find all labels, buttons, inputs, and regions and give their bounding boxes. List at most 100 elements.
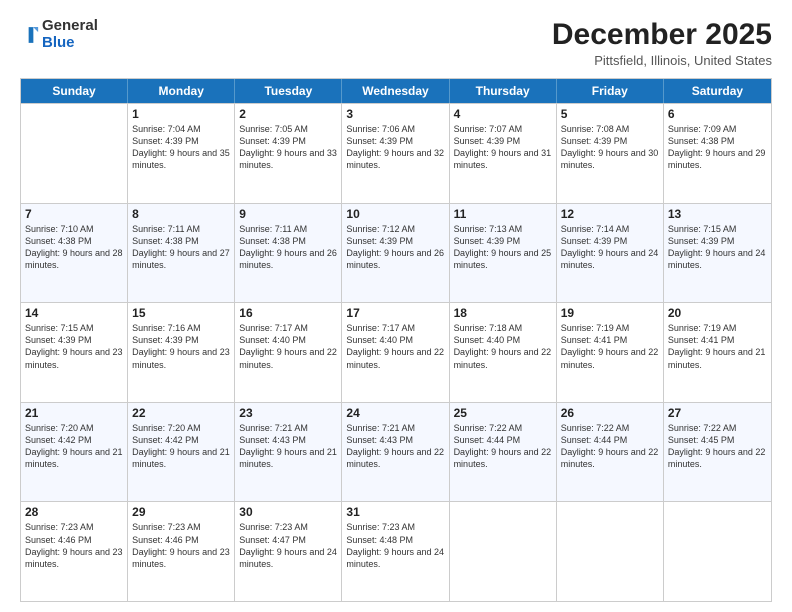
cell-daylight: Daylight: 9 hours and 32 minutes.	[346, 148, 444, 170]
cell-info: Sunrise: 7:22 AMSunset: 4:44 PMDaylight:…	[454, 422, 552, 471]
cell-sunrise: Sunrise: 7:06 AM	[346, 124, 415, 134]
calendar-cell: 17 Sunrise: 7:17 AMSunset: 4:40 PMDayligh…	[342, 303, 449, 402]
calendar-cell: 18Sunrise: 7:18 AMSunset: 4:40 PMDayligh…	[450, 303, 557, 402]
header-day-thursday: Thursday	[450, 79, 557, 103]
cell-daylight: Daylight: 9 hours and 22 minutes.	[346, 347, 444, 369]
cell-sunset: Sunset: 4:41 PM	[561, 335, 628, 345]
calendar-row-4: 28Sunrise: 7:23 AMSunset: 4:46 PMDayligh…	[21, 501, 771, 601]
cell-daylight: Daylight: 9 hours and 23 minutes.	[132, 547, 230, 569]
calendar-cell: 29Sunrise: 7:23 AMSunset: 4:46 PMDayligh…	[128, 502, 235, 601]
cell-sunset: Sunset: 4:40 PM	[454, 335, 521, 345]
cell-date-number: 6	[668, 107, 767, 121]
calendar-cell: 9Sunrise: 7:11 AMSunset: 4:38 PMDaylight…	[235, 204, 342, 303]
cell-sunset: Sunset: 4:48 PM	[346, 535, 413, 545]
cell-daylight: Daylight: 9 hours and 23 minutes.	[25, 547, 123, 569]
header: General Blue December 2025 Pittsfield, I…	[20, 18, 772, 68]
logo-general: General	[42, 18, 98, 35]
calendar-cell: 26Sunrise: 7:22 AMSunset: 4:44 PMDayligh…	[557, 403, 664, 502]
cell-daylight: Daylight: 9 hours and 22 minutes.	[561, 347, 659, 369]
calendar-cell	[664, 502, 771, 601]
cell-info: Sunrise: 7:20 AMSunset: 4:42 PMDaylight:…	[25, 422, 123, 471]
cell-date-number: 10	[346, 207, 444, 221]
cell-info: Sunrise: 7:13 AMSunset: 4:39 PMDaylight:…	[454, 223, 552, 272]
calendar-row-0: 1Sunrise: 7:04 AMSunset: 4:39 PMDaylight…	[21, 103, 771, 203]
cell-info: Sunrise: 7:18 AMSunset: 4:40 PMDaylight:…	[454, 322, 552, 371]
cell-info: Sunrise: 7:23 AMSunset: 4:46 PMDaylight:…	[132, 521, 230, 570]
cell-sunrise: Sunrise: 7:11 AM	[132, 224, 200, 234]
cell-date-number: 30	[239, 505, 337, 519]
cell-sunset: Sunset: 4:39 PM	[561, 136, 628, 146]
cell-daylight: Daylight: 9 hours and 25 minutes.	[454, 248, 552, 270]
calendar-cell: 30Sunrise: 7:23 AMSunset: 4:47 PMDayligh…	[235, 502, 342, 601]
cell-info: Sunrise: 7:12 AMSunset: 4:39 PMDaylight:…	[346, 223, 444, 272]
cell-daylight: Daylight: 9 hours and 35 minutes.	[132, 148, 230, 170]
cell-date-number: 17	[346, 306, 444, 320]
cell-sunset: Sunset: 4:38 PM	[239, 236, 306, 246]
cell-info: Sunrise: 7:04 AM Sunset: 4:39 PM Daylight:…	[132, 123, 230, 172]
cell-info: Sunrise: 7:10 AMSunset: 4:38 PMDaylight:…	[25, 223, 123, 272]
cell-date-number: 22	[132, 406, 230, 420]
cell-sunrise: Sunrise: 7:11 AM	[239, 224, 307, 234]
cell-date-number: 23	[239, 406, 337, 420]
calendar-cell: 1Sunrise: 7:04 AMSunset: 4:39 PMDaylight…	[128, 104, 235, 203]
cell-sunset: Sunset: 4:44 PM	[561, 435, 628, 445]
cell-daylight: Daylight: 9 hours and 23 minutes.	[132, 347, 230, 369]
cell-sunset: Sunset: 4:46 PM	[132, 535, 199, 545]
header-day-monday: Monday	[128, 79, 235, 103]
cell-daylight: Daylight: 9 hours and 26 minutes.	[239, 248, 337, 270]
cell-sunrise: Sunrise: 7:05 AM	[239, 124, 308, 134]
cell-sunrise: Sunrise: 7:14 AM	[561, 224, 630, 234]
cell-date-number: 18	[454, 306, 552, 320]
cell-sunrise: Sunrise: 7:19 AM	[561, 323, 630, 333]
calendar-cell: 20Sunrise: 7:19 AMSunset: 4:41 PMDayligh…	[664, 303, 771, 402]
calendar-cell: 8Sunrise: 7:11 AMSunset: 4:38 PMDaylight…	[128, 204, 235, 303]
cell-daylight: Daylight: 9 hours and 24 minutes.	[668, 248, 766, 270]
cell-daylight: Daylight: 9 hours and 28 minutes.	[25, 248, 123, 270]
cell-sunrise: Sunrise: 7:22 AM	[561, 423, 630, 433]
cell-sunrise: Sunrise: 7:21 AM	[239, 423, 308, 433]
header-day-tuesday: Tuesday	[235, 79, 342, 103]
calendar-cell: 3Sunrise: 7:06 AMSunset: 4:39 PMDaylight…	[342, 104, 449, 203]
cell-sunset: Sunset: 4:39 PM	[132, 335, 199, 345]
cell-date-number: 11	[454, 207, 552, 221]
cell-info: Sunrise: 7:15 AMSunset: 4:39 PMDaylight:…	[25, 322, 123, 371]
calendar-cell: 28Sunrise: 7:23 AMSunset: 4:46 PMDayligh…	[21, 502, 128, 601]
calendar-cell: 15Sunrise: 7:16 AMSunset: 4:39 PMDayligh…	[128, 303, 235, 402]
cell-sunrise: Sunrise: 7:23 AM	[25, 522, 94, 532]
cell-date-number: 21	[25, 406, 123, 420]
cell-sunrise: Sunrise: 7:15 AM	[668, 224, 737, 234]
cell-sunset: Sunset: 4:40 PM	[239, 335, 306, 345]
logo-text: General Blue	[42, 18, 98, 51]
cell-daylight: Daylight: 9 hours and 27 minutes.	[132, 248, 230, 270]
calendar-cell: 21 Sunrise: 7:20 AMSunset: 4:42 PMDayligh…	[21, 403, 128, 502]
cell-info: Sunrise: 7:09 AMSunset: 4:38 PMDaylight:…	[668, 123, 767, 172]
cell-sunrise: Sunrise: 7:04 AM	[132, 124, 201, 134]
header-day-wednesday: Wednesday	[342, 79, 449, 103]
calendar-cell: 31Sunrise: 7:23 AMSunset: 4:48 PMDayligh…	[342, 502, 449, 601]
cell-date-number: 19	[561, 306, 659, 320]
cell-sunrise: Sunrise: 7:18 AM	[454, 323, 523, 333]
cell-info: Sunrise: 7:15 AMSunset: 4:39 PMDaylight:…	[668, 223, 767, 272]
calendar-cell: 13Sunrise: 7:15 AMSunset: 4:39 PMDayligh…	[664, 204, 771, 303]
cell-info: Sunrise: 7:19 AMSunset: 4:41 PMDaylight:…	[668, 322, 767, 371]
cell-sunset: Sunset: 4:43 PM	[346, 435, 413, 445]
cell-info: Sunrise: 7:23 AMSunset: 4:46 PMDaylight:…	[25, 521, 123, 570]
calendar-cell: 19 Sunrise: 7:19 AM Sunset: 4:41 PM Dayligh…	[557, 303, 664, 402]
cell-sunset: Sunset: 4:39 PM	[132, 136, 199, 146]
cell-sunset: Sunset: 4:39 PM	[454, 136, 521, 146]
cell-daylight: Daylight: 9 hours and 22 minutes.	[239, 347, 337, 369]
cell-date-number: 4	[454, 107, 552, 121]
cell-sunrise: Sunrise: 7:20 AM	[25, 423, 94, 433]
cell-sunset: Sunset: 4:39 PM	[239, 136, 306, 146]
cell-info: Sunrise: 7:11 AM Sunset: 4:38 PM Daylight:…	[239, 223, 337, 272]
cell-daylight: Daylight: 9 hours and 21 minutes.	[132, 447, 230, 469]
calendar-row-1: 7Sunrise: 7:10 AMSunset: 4:38 PMDaylight…	[21, 203, 771, 303]
cell-info: Sunrise: 7:07 AMSunset: 4:39 PMDaylight:…	[454, 123, 552, 172]
header-day-sunday: Sunday	[21, 79, 128, 103]
calendar-cell: 23Sunrise: 7:21 AMSunset: 4:43 PMDayligh…	[235, 403, 342, 502]
cell-daylight: Daylight: 9 hours and 29 minutes.	[668, 148, 766, 170]
cell-sunrise: Sunrise: 7:07 AM	[454, 124, 523, 134]
cell-info: Sunrise: 7:17 AMSunset: 4:40 PMDaylight:…	[346, 322, 444, 371]
cell-date-number: 14	[25, 306, 123, 320]
calendar-cell: 11 Sunrise: 7:13 AMSunset: 4:39 PMDayligh…	[450, 204, 557, 303]
